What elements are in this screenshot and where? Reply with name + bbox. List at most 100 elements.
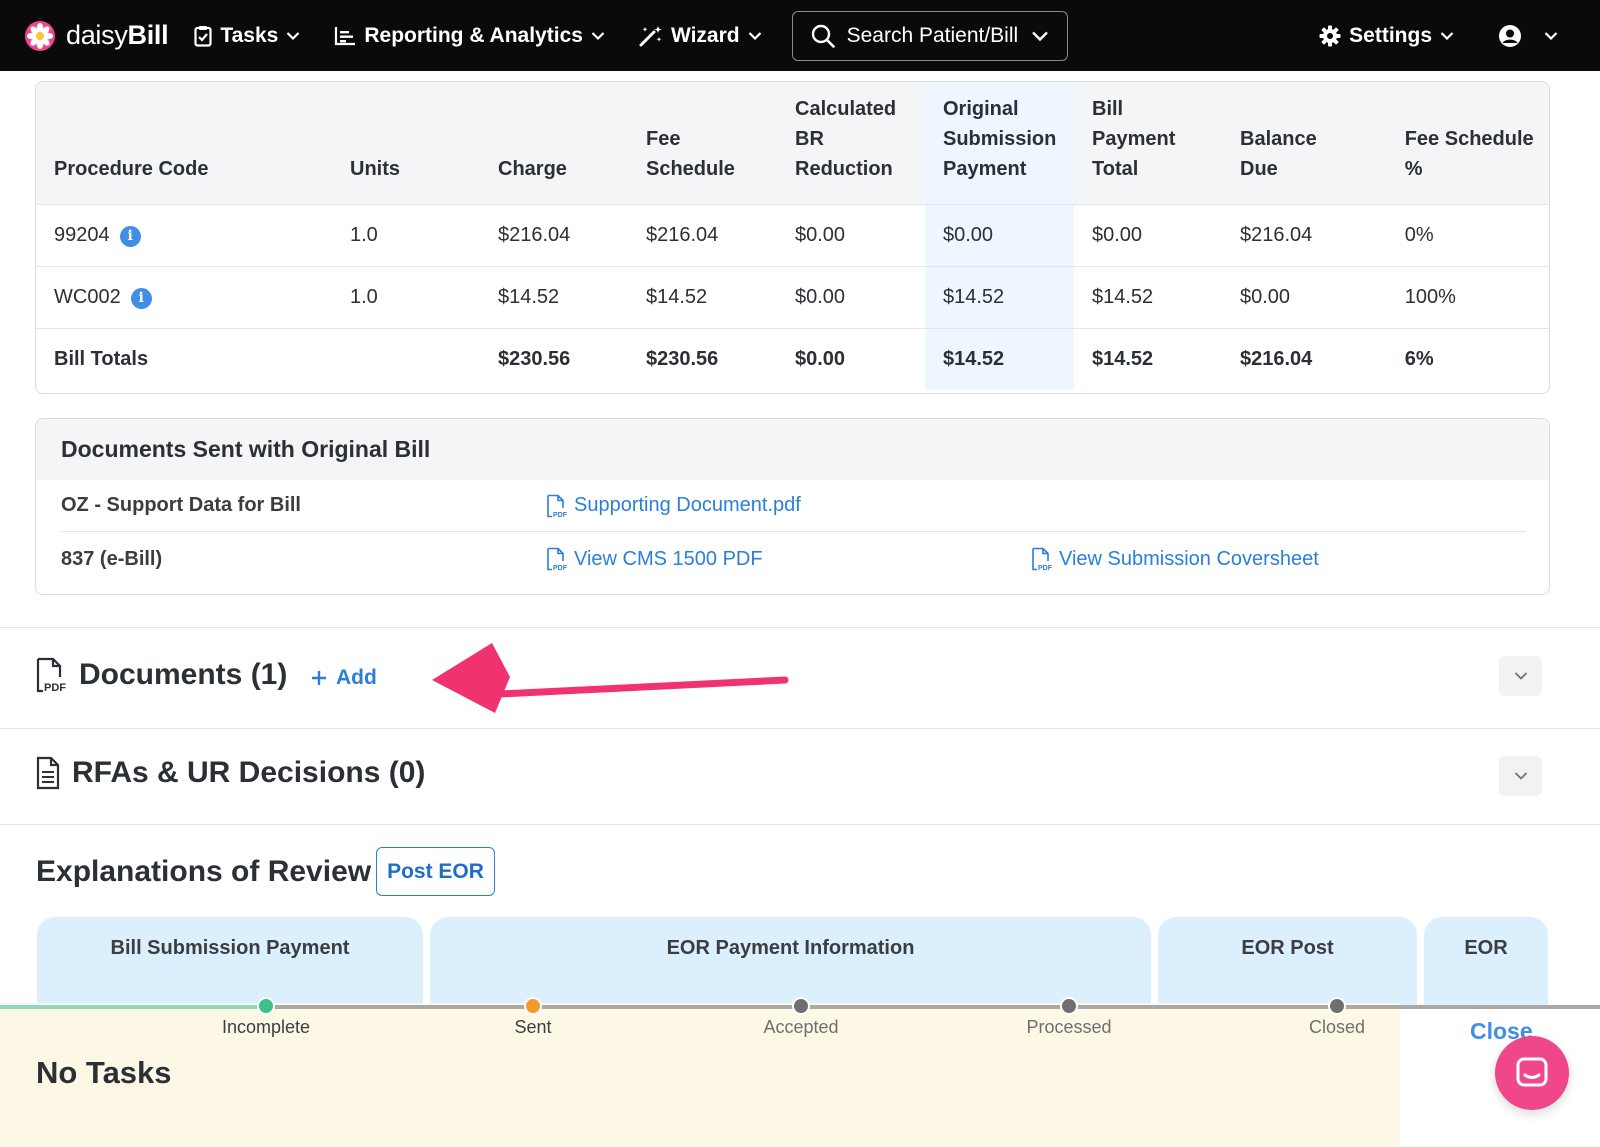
list-item: 837 (e-Bill) PDF View CMS 1500 PDF PDF V… [61,533,1526,585]
add-document-label: Add [336,666,377,689]
document-type-label: OZ - Support Data for Bill [61,494,301,516]
view-submission-coversheet-label: View Submission Coversheet [1059,547,1319,570]
chevron-down-icon [1514,672,1527,680]
status-progress-complete [0,1005,265,1009]
nav-settings[interactable]: Settings [1319,24,1462,48]
chevron-down-icon [1440,31,1454,40]
table-row: WC002 i 1.0 $14.52 $14.52 $0.00 $14.52 $1… [36,265,1549,328]
nav-settings-label: Settings [1349,23,1432,47]
step-closed-label: Closed [1308,1017,1366,1037]
no-tasks-label: No Tasks [36,1055,172,1090]
documents-toggle-button[interactable] [1499,656,1542,696]
document-type-label: 837 (e-Bill) [61,547,163,570]
user-circle-icon [1499,24,1521,47]
info-icon[interactable]: i [130,287,152,309]
pdf-file-icon: PDF [547,494,568,518]
table-cell: $14.52 [628,265,777,328]
logo-text: daisyBill [66,20,169,50]
table-cell: $0.00 [925,203,1074,266]
table-cell: $14.52 [480,265,628,328]
view-cms-1500-label: View CMS 1500 PDF [574,547,763,570]
procedure-code-cell: WC002 i [36,265,332,328]
table-cell: $0.00 [777,265,925,328]
view-submission-coversheet-link[interactable]: PDF View Submission Coversheet [1031,547,1516,571]
documents-sent-title: Documents Sent with Original Bill [36,419,1549,480]
table-cell: $216.04 [1222,203,1387,266]
table-cell: $0.00 [1074,203,1222,266]
step-accepted-label: Accepted [763,1017,839,1037]
magic-wand-icon [639,25,662,46]
table-cell: $14.52 [925,327,1074,390]
table-cell: 100% [1386,265,1549,328]
chevron-down-icon [1031,31,1048,41]
search-patient-bill[interactable]: Search Patient/Bill [791,10,1068,61]
nav-tasks[interactable]: Tasks [194,24,308,48]
table-cell: $216.04 [628,203,777,266]
eor-column-eor-post: EOR Post [1158,917,1417,1007]
step-processed-marker [1060,997,1078,1015]
step-incomplete-marker [257,997,275,1015]
bill-totals-row: Bill Totals $230.56 $230.56 $0.00 $14.52… [36,327,1549,390]
post-eor-button[interactable]: Post EOR [376,847,495,896]
nav-reporting-label: Reporting & Analytics [364,23,583,47]
chat-launcher-button[interactable] [1495,1036,1569,1110]
view-cms-1500-link[interactable]: PDF View CMS 1500 PDF [546,547,1031,571]
svg-text:PDF: PDF [553,565,568,571]
table-cell: $14.52 [925,265,1074,328]
col-fee-schedule: Fee Schedule [628,82,777,204]
table-cell: $0.00 [1222,265,1387,328]
col-procedure-code: Procedure Code [36,82,332,204]
bar-chart-icon [335,26,356,45]
nav-tasks-label: Tasks [220,23,279,47]
eor-section-title: Explanations of Review [36,855,372,888]
col-fee-schedule-percent: Fee Schedule % [1386,82,1549,204]
col-bill-payment-total: Bill Payment Total [1074,82,1222,204]
eor-section-divider [0,824,1600,825]
table-cell: $0.00 [777,327,925,390]
table-cell: 1.0 [332,203,480,266]
table-cell: $230.56 [628,327,777,390]
eor-column-payment-information: EOR Payment Information [430,917,1151,1007]
nav-user-menu[interactable] [1498,24,1566,48]
daisybill-logo[interactable]: daisyBill [24,20,169,52]
nav-reporting[interactable]: Reporting & Analytics [334,24,613,48]
add-document-button[interactable]: Add [310,666,377,690]
eor-column-eor: EOR [1424,917,1548,1007]
nav-right: Settings [1293,24,1566,48]
table-cell: $14.52 [1074,327,1222,390]
chat-icon [1516,1057,1548,1087]
document-icon [36,756,60,790]
step-closed-marker [1328,997,1346,1015]
chevron-down-icon [591,31,605,40]
table-cell: 1.0 [332,265,480,328]
col-calculated-br-reduction: Calculated BR Reduction [777,82,925,204]
table-cell: $216.04 [1222,327,1387,390]
table-cell: 0% [1386,203,1549,266]
clipboard-check-icon [194,25,212,47]
nav-wizard-label: Wizard [670,23,740,47]
table-cell [332,327,480,390]
nav-wizard[interactable]: Wizard [639,24,770,48]
rfas-section-label: RFAs & UR Decisions (0) [72,756,426,789]
table-cell: $230.56 [480,327,628,390]
svg-text:PDF: PDF [44,682,66,693]
documents-section-label: Documents (1) [79,658,288,691]
table-cell: 6% [1386,327,1549,390]
rfas-toggle-button[interactable] [1499,756,1542,796]
annotation-arrow [432,643,789,713]
svg-text:PDF: PDF [553,512,568,518]
rfas-section: RFAs & UR Decisions (0) [0,728,1600,824]
step-sent-marker [524,997,542,1015]
supporting-document-link[interactable]: PDF Supporting Document.pdf [546,494,1031,518]
documents-section-title[interactable]: PDF Documents (1) [35,657,287,693]
list-item: OZ - Support Data for Bill PDF Supportin… [61,480,1526,532]
pdf-file-icon: PDF [547,547,568,571]
step-processed-label: Processed [1026,1017,1112,1037]
info-icon[interactable]: i [119,225,141,247]
rfas-section-title[interactable]: RFAs & UR Decisions (0) [36,756,425,790]
col-units: Units [332,82,480,204]
step-sent-label: Sent [514,1017,552,1037]
col-original-submission-payment: Original Submission Payment [925,82,1074,204]
col-balance-due: Balance Due [1222,82,1387,204]
table-header-row: Procedure Code Units Charge Fee Schedule… [36,82,1549,204]
